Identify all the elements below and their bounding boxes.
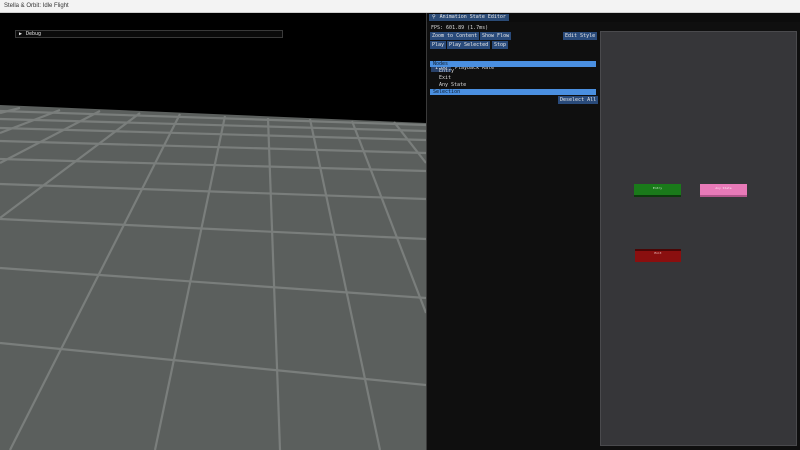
graph-node-entry-label: Entry: [652, 186, 663, 190]
pin-icon[interactable]: ⚲: [432, 14, 436, 21]
editor-tab[interactable]: ⚲ Animation State Editor: [429, 14, 509, 21]
edit-style-button[interactable]: Edit Style: [563, 32, 598, 40]
scene-viewport[interactable]: ▶ Debug: [0, 13, 426, 450]
editor-title-bar: ⚲ Animation State Editor: [427, 13, 800, 22]
play-button[interactable]: Play: [430, 41, 447, 49]
show-flow-button[interactable]: Show Flow: [480, 32, 512, 40]
play-selected-button[interactable]: Play Selected: [447, 41, 491, 49]
state-graph-canvas[interactable]: Entry Any State Exit: [600, 31, 797, 446]
graph-node-any-state-label: Any State: [715, 186, 732, 190]
nodes-header[interactable]: Nodes: [430, 61, 596, 67]
stop-button[interactable]: Stop: [492, 41, 509, 49]
floor-grid: [0, 105, 426, 450]
selection-header[interactable]: Selection: [430, 89, 596, 95]
fps-readout: FPS: 601.89 (1.7ms): [431, 25, 489, 31]
debug-window-title: Debug: [26, 31, 42, 37]
triangle-right-icon[interactable]: ▶: [19, 31, 22, 37]
window-title-bar: Stella & Orbit: Idle Flight: [0, 0, 800, 13]
zoom-to-content-button[interactable]: Zoom to Content: [430, 32, 480, 40]
graph-node-exit[interactable]: Exit: [635, 249, 681, 262]
list-item-exit[interactable]: Exit: [439, 75, 451, 81]
list-item-entry[interactable]: Entry: [439, 68, 454, 74]
list-item-any-state[interactable]: Any State: [439, 82, 466, 88]
node-port: [635, 249, 681, 251]
node-port: [700, 195, 747, 197]
node-port: [634, 195, 681, 197]
editor-title: Animation State Editor: [439, 14, 506, 20]
graph-node-exit-label: Exit: [654, 251, 662, 255]
graph-node-entry[interactable]: Entry: [634, 184, 681, 197]
graph-node-any-state[interactable]: Any State: [700, 184, 747, 197]
deselect-all-button[interactable]: Deselect All: [558, 96, 599, 104]
window-title: Stella & Orbit: Idle Flight: [4, 3, 69, 9]
debug-window[interactable]: ▶ Debug: [15, 30, 283, 38]
